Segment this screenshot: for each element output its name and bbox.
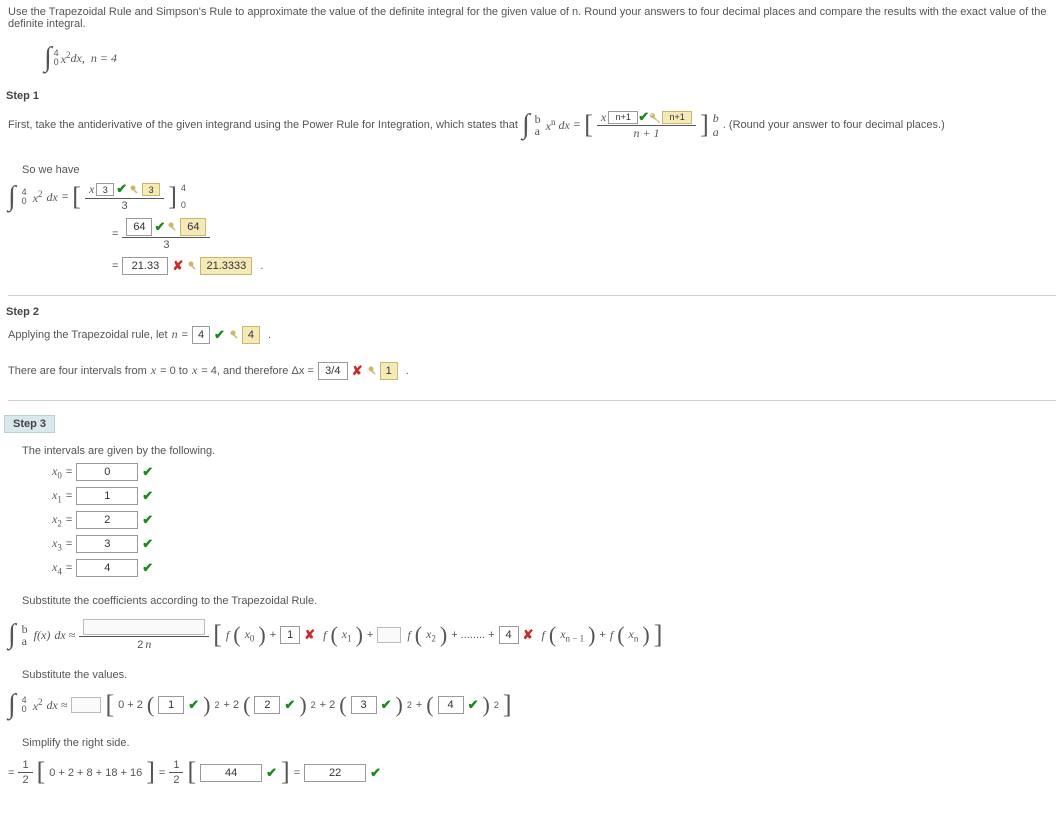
- check-icon: ✔: [468, 697, 479, 713]
- v1-input[interactable]: [158, 696, 184, 714]
- coefn1-input[interactable]: [499, 626, 519, 644]
- sub-values-title: Substitute the values.: [22, 669, 1056, 681]
- check-icon: ✔: [116, 182, 127, 196]
- x2-row: x2 = ✔: [52, 511, 1056, 529]
- problem-integral: ∫ 4 0 x2 dx, n = 4: [44, 44, 1056, 72]
- sum-input[interactable]: [200, 764, 262, 782]
- key-answer: [129, 183, 160, 196]
- dx-input[interactable]: [318, 362, 348, 380]
- key-answer: [187, 257, 252, 275]
- blank-box[interactable]: [83, 619, 205, 635]
- substituted-values: ∫ 4 0 x2 dx ≈ [ 0 + 2 ( ✔ )2 + 2 ( ✔ )2 …: [8, 691, 1056, 719]
- key-answer: [167, 218, 206, 236]
- check-icon: ✔: [370, 765, 381, 781]
- check-icon: ✔: [142, 512, 153, 528]
- exponent-input[interactable]: [608, 111, 638, 124]
- step1-work-line3: = ✘ .: [112, 257, 1056, 275]
- so-we-have: So we have: [22, 164, 1056, 176]
- x2-input[interactable]: [76, 511, 138, 529]
- x4-row: x4 = ✔: [52, 559, 1056, 577]
- check-icon: ✔: [188, 697, 199, 713]
- cross-icon: ✘: [304, 627, 315, 643]
- x1-input[interactable]: [76, 487, 138, 505]
- result-box[interactable]: [122, 257, 168, 275]
- check-icon: ✔: [142, 464, 153, 480]
- step3-heading: Step 3: [4, 415, 55, 433]
- num-box[interactable]: [126, 218, 152, 236]
- check-icon: ✔: [142, 560, 153, 576]
- integral-symbol: ∫: [44, 44, 52, 72]
- trapezoidal-formula: ∫ b a f(x) dx ≈ 2n [ f(x0) + ✘ f(x1) + f…: [8, 619, 1056, 651]
- x1-row: x1 = ✔: [52, 487, 1056, 505]
- step1-heading: Step 1: [6, 90, 1056, 102]
- check-icon: ✔: [266, 765, 277, 781]
- trap-result-input[interactable]: [304, 764, 366, 782]
- exp-box[interactable]: [96, 183, 114, 196]
- n-input[interactable]: [192, 326, 210, 344]
- check-icon: ✔: [214, 327, 225, 343]
- check-icon: ✔: [142, 488, 153, 504]
- cross-icon: ✘: [352, 363, 363, 379]
- x3-input[interactable]: [76, 535, 138, 553]
- check-icon: ✔: [638, 110, 649, 124]
- key-answer: [367, 362, 398, 380]
- check-icon: ✔: [142, 536, 153, 552]
- step1-work-line1: ∫ 4 0 x2 dx = [ x ✔ 3 ]: [8, 182, 1056, 211]
- v3-input[interactable]: [351, 696, 377, 714]
- x4-input[interactable]: [76, 559, 138, 577]
- check-icon: ✔: [154, 220, 165, 234]
- question-prompt: Use the Trapezoidal Rule and Simpson's R…: [8, 6, 1056, 30]
- step2-line2: There are four intervals from x = 0 to x…: [8, 362, 1056, 380]
- key-answer: [649, 111, 692, 124]
- x0-input[interactable]: [76, 463, 138, 481]
- x0-row: x0 = ✔: [52, 463, 1056, 481]
- step1-power-rule: First, take the antiderivative of the gi…: [8, 110, 1056, 140]
- step2-heading: Step 2: [6, 306, 1056, 318]
- step3-intro: The intervals are given by the following…: [22, 445, 1056, 457]
- cross-icon: ✘: [172, 258, 183, 274]
- x3-row: x3 = ✔: [52, 535, 1056, 553]
- sub-coef-title: Substitute the coefficients according to…: [22, 595, 1056, 607]
- blank-box[interactable]: [71, 697, 101, 713]
- n-value: n = 4: [91, 51, 117, 66]
- v2-input[interactable]: [254, 696, 280, 714]
- step1-work-line2: = ✔ 3: [112, 218, 1056, 251]
- cross-icon: ✘: [523, 627, 534, 643]
- simplify-line: = 1 2 [ 0 + 2 + 8 + 18 + 16 ] = 1 2 [ ✔ …: [8, 759, 1056, 786]
- v4-input[interactable]: [438, 696, 464, 714]
- coef1-input[interactable]: [280, 626, 300, 644]
- key-answer: [229, 326, 260, 344]
- lower-limit: 0: [54, 58, 59, 67]
- check-icon: ✔: [381, 697, 392, 713]
- check-icon: ✔: [284, 697, 295, 713]
- step2-line1: Applying the Trapezoidal rule, let n = ✔…: [8, 326, 1056, 344]
- simplify-title: Simplify the right side.: [22, 737, 1056, 749]
- blank-box[interactable]: [377, 627, 401, 643]
